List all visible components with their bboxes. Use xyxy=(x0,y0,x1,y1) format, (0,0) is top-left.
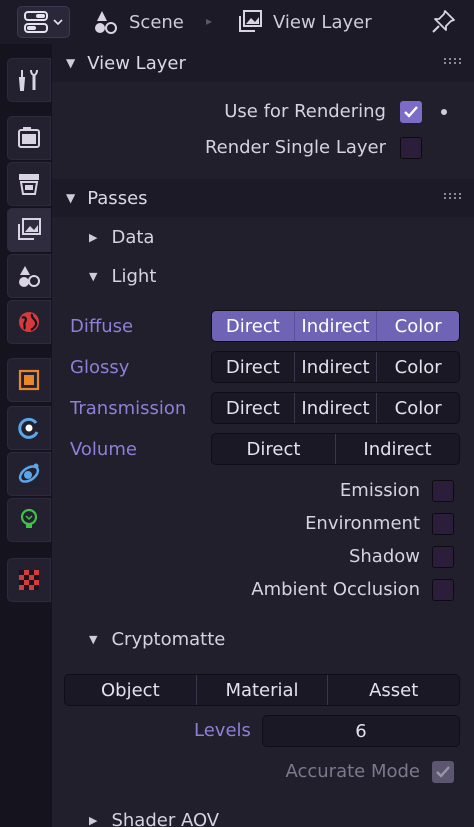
collapse-arrow-icon: ▼ xyxy=(89,270,98,283)
breadcrumb-separator: ▸ xyxy=(206,14,213,28)
render-single-layer-checkbox[interactable] xyxy=(400,137,422,159)
environment-label: Environment xyxy=(305,513,420,534)
glossy-indirect-toggle[interactable]: Indirect xyxy=(293,352,377,382)
panel-header-view-layer[interactable]: ▼ View Layer xyxy=(52,44,474,82)
collapse-arrow-icon: ▼ xyxy=(66,56,76,70)
subpanel-data[interactable]: ▶ Data xyxy=(89,227,154,248)
properties-tab-bar xyxy=(0,44,52,827)
glossy-toggle-group: Direct Indirect Color xyxy=(211,351,460,383)
tab-output[interactable] xyxy=(7,162,51,206)
ring-dot-icon xyxy=(18,417,39,439)
tab-scene[interactable] xyxy=(7,254,51,298)
collapse-arrow-icon: ▼ xyxy=(89,633,98,646)
ambient-occlusion-label: Ambient Occlusion xyxy=(251,579,420,600)
volume-direct-toggle[interactable]: Direct xyxy=(212,434,335,464)
shadow-label: Shadow xyxy=(348,546,420,567)
panel-title-view-layer: View Layer xyxy=(87,52,186,74)
levels-number-field[interactable]: 6 xyxy=(262,715,460,747)
render-single-layer-label: Render Single Layer xyxy=(204,137,386,158)
accurate-mode-checkbox[interactable] xyxy=(432,761,454,783)
cryptomatte-toggle-group: Object Material Asset xyxy=(64,674,460,706)
tab-object[interactable] xyxy=(7,358,51,402)
world-globe-icon xyxy=(19,312,39,332)
transmission-toggle-group: Direct Indirect Color xyxy=(211,392,460,424)
pin-icon[interactable] xyxy=(430,9,456,39)
diffuse-toggle-group: Direct Indirect Color xyxy=(211,310,460,342)
volume-indirect-toggle[interactable]: Indirect xyxy=(335,434,459,464)
diffuse-indirect-toggle[interactable]: Indirect xyxy=(293,311,377,341)
panel-title-passes: Passes xyxy=(87,187,148,209)
use-for-rendering-label: Use for Rendering xyxy=(224,101,386,122)
checkmark-icon xyxy=(436,766,450,778)
wrench-screwdriver-icon xyxy=(18,69,38,91)
view-layer-icon xyxy=(236,8,264,36)
subpanel-light-label: Light xyxy=(111,266,157,287)
editor-type-button[interactable] xyxy=(17,6,70,38)
animate-property-dot[interactable] xyxy=(441,109,447,115)
scene-icon xyxy=(92,8,120,36)
use-for-rendering-checkbox[interactable] xyxy=(400,101,422,123)
tab-particles[interactable] xyxy=(7,452,51,496)
panel-header-passes[interactable]: ▼ Passes xyxy=(52,179,474,217)
breadcrumb-view-layer[interactable]: View Layer xyxy=(236,8,372,36)
editor-header: Scene ▸ View Layer xyxy=(0,0,474,44)
emission-checkbox[interactable] xyxy=(432,480,454,502)
tab-world[interactable] xyxy=(7,300,51,344)
tab-modifiers[interactable] xyxy=(7,406,51,450)
printer-icon xyxy=(19,174,39,195)
glossy-label: Glossy xyxy=(70,357,130,378)
tab-view-layer[interactable] xyxy=(7,208,51,252)
breadcrumb-scene-label: Scene xyxy=(129,11,184,33)
checkmark-icon xyxy=(404,106,418,118)
subpanel-light[interactable]: ▼ Light xyxy=(89,266,156,287)
camera-back-icon xyxy=(18,127,40,148)
volume-toggle-group: Direct Indirect xyxy=(211,433,460,465)
transmission-indirect-toggle[interactable]: Indirect xyxy=(293,393,377,423)
drag-grip-icon[interactable] xyxy=(444,58,462,64)
transmission-color-toggle[interactable]: Color xyxy=(376,393,459,423)
properties-editor: Scene ▸ View Layer ▼ View Layer Use for … xyxy=(0,0,474,827)
properties-content: ▼ View Layer Use for Rendering Render Si… xyxy=(52,44,474,827)
glossy-color-toggle[interactable]: Color xyxy=(376,352,459,382)
checkerboard-icon xyxy=(19,570,39,590)
subpanel-data-label: Data xyxy=(111,227,155,248)
environment-checkbox[interactable] xyxy=(432,513,454,535)
drag-grip-icon[interactable] xyxy=(444,193,462,199)
subpanel-cryptomatte[interactable]: ▼ Cryptomatte xyxy=(89,629,225,650)
shadow-checkbox[interactable] xyxy=(432,546,454,568)
orbit-icon xyxy=(18,463,40,483)
diffuse-color-toggle[interactable]: Color xyxy=(376,311,459,341)
cryptomatte-material-toggle[interactable]: Material xyxy=(195,675,328,705)
properties-editor-icon xyxy=(24,11,48,33)
cryptomatte-asset-toggle[interactable]: Asset xyxy=(327,675,459,705)
diffuse-direct-toggle[interactable]: Direct xyxy=(212,311,294,341)
tab-texture[interactable] xyxy=(7,558,51,602)
ambient-occlusion-checkbox[interactable] xyxy=(432,579,454,601)
levels-label: Levels xyxy=(194,720,251,741)
expand-arrow-icon: ▶ xyxy=(89,814,98,827)
subpanel-cryptomatte-label: Cryptomatte xyxy=(111,629,226,650)
chevron-down-icon xyxy=(53,19,63,26)
cryptomatte-object-toggle[interactable]: Object xyxy=(65,675,196,705)
subpanel-shader-aov-label: Shader AOV xyxy=(111,810,220,827)
transmission-label: Transmission xyxy=(70,398,187,419)
transmission-direct-toggle[interactable]: Direct xyxy=(212,393,294,423)
diffuse-label: Diffuse xyxy=(70,316,134,337)
images-icon xyxy=(18,218,41,240)
subpanel-shader-aov[interactable]: ▶ Shader AOV xyxy=(89,810,219,827)
breadcrumb-view-layer-label: View Layer xyxy=(273,11,372,33)
tab-physics[interactable] xyxy=(7,498,51,542)
object-square-icon xyxy=(18,369,40,391)
scene-cone-sphere-icon xyxy=(19,266,40,287)
glossy-direct-toggle[interactable]: Direct xyxy=(212,352,294,382)
emission-label: Emission xyxy=(339,480,420,501)
accurate-mode-label: Accurate Mode xyxy=(285,761,420,782)
tab-tool[interactable] xyxy=(7,58,51,102)
volume-label: Volume xyxy=(70,439,137,460)
collapse-arrow-icon: ▼ xyxy=(66,191,76,205)
lightbulb-icon xyxy=(20,508,38,528)
expand-arrow-icon: ▶ xyxy=(89,231,98,244)
breadcrumb-scene[interactable]: Scene xyxy=(92,8,184,36)
tab-render[interactable] xyxy=(7,116,51,160)
